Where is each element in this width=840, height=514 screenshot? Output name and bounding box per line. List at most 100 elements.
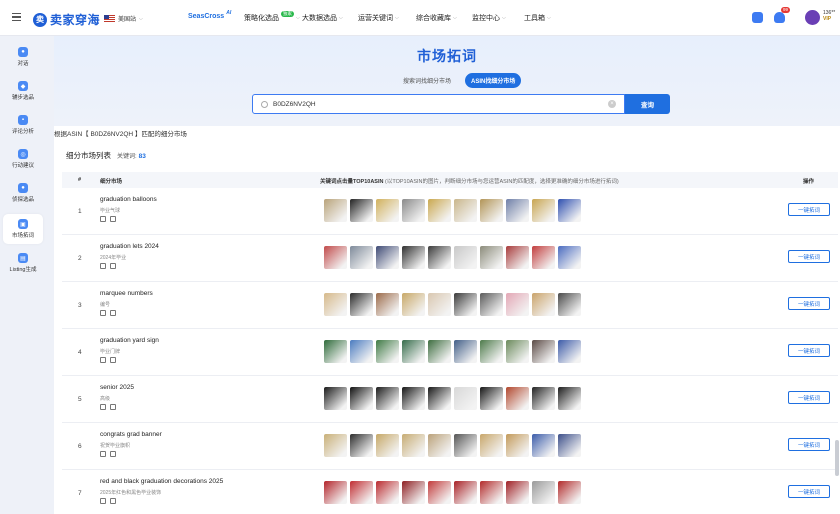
product-thumbnail[interactable] — [480, 293, 503, 316]
product-thumbnail[interactable] — [558, 387, 581, 410]
product-thumbnail[interactable] — [376, 246, 399, 269]
product-thumbnail[interactable] — [402, 246, 425, 269]
product-thumbnail[interactable] — [402, 340, 425, 363]
product-thumbnail[interactable] — [480, 434, 503, 457]
product-thumbnail[interactable] — [428, 481, 451, 504]
nav-favorites[interactable]: 综合收藏库 ⌵ — [416, 13, 457, 23]
product-thumbnail[interactable] — [454, 246, 477, 269]
user-info[interactable]: 136** VIP — [823, 10, 835, 22]
product-thumbnail[interactable] — [480, 481, 503, 504]
product-thumbnail[interactable] — [506, 199, 529, 222]
sidebar-item-action-advice[interactable]: ◎ 行动建议 — [0, 144, 46, 174]
product-thumbnail[interactable] — [428, 434, 451, 457]
product-thumbnail[interactable] — [428, 246, 451, 269]
product-thumbnail[interactable] — [480, 340, 503, 363]
product-thumbnail[interactable] — [454, 434, 477, 457]
product-thumbnail[interactable] — [558, 246, 581, 269]
brand-logo[interactable]: 卖 卖家穿海 — [33, 11, 100, 28]
share-icon[interactable] — [110, 216, 116, 222]
sidebar-item-assist-selection[interactable]: ◆ 辅步选品 — [0, 76, 46, 106]
calendar-icon[interactable] — [752, 12, 763, 23]
product-thumbnail[interactable] — [480, 387, 503, 410]
tab-asin-market[interactable]: ASIN找细分市场 — [465, 73, 522, 88]
sidebar-item-listing-generate[interactable]: ▤ Listing生成 — [0, 248, 46, 278]
product-thumbnail[interactable] — [558, 340, 581, 363]
copy-icon[interactable] — [100, 357, 106, 363]
product-thumbnail[interactable] — [350, 293, 373, 316]
product-thumbnail[interactable] — [402, 481, 425, 504]
product-thumbnail[interactable] — [376, 199, 399, 222]
scrollbar[interactable] — [835, 440, 839, 476]
product-thumbnail[interactable] — [454, 481, 477, 504]
product-thumbnail[interactable] — [506, 293, 529, 316]
market-selector[interactable]: 美国站 ⌵ — [104, 14, 143, 23]
avatar[interactable] — [805, 10, 820, 25]
nav-seascross[interactable]: SeasCross AI — [188, 10, 231, 21]
product-thumbnail[interactable] — [532, 387, 555, 410]
copy-icon[interactable] — [100, 263, 106, 269]
product-thumbnail[interactable] — [402, 293, 425, 316]
nav-monitor[interactable]: 监控中心 ⌵ — [472, 13, 506, 23]
menu-icon[interactable] — [12, 13, 21, 21]
share-icon[interactable] — [110, 451, 116, 457]
expand-keywords-button[interactable]: 一键拓词 — [788, 391, 830, 404]
product-thumbnail[interactable] — [532, 293, 555, 316]
product-thumbnail[interactable] — [350, 246, 373, 269]
product-thumbnail[interactable] — [506, 246, 529, 269]
nav-toolbox[interactable]: 工具箱 ⌵ — [524, 13, 551, 23]
product-thumbnail[interactable] — [402, 199, 425, 222]
expand-keywords-button[interactable]: 一键拓词 — [788, 250, 830, 263]
nav-keywords[interactable]: 运营关键词 ⌵ — [358, 13, 399, 23]
product-thumbnail[interactable] — [376, 434, 399, 457]
copy-icon[interactable] — [100, 310, 106, 316]
product-thumbnail[interactable] — [532, 340, 555, 363]
nav-strategy-selection[interactable]: 策略化选品 独家 ⌵ — [244, 11, 300, 23]
product-thumbnail[interactable] — [324, 387, 347, 410]
sidebar-item-market-keywords[interactable]: ▣ 市场拓词 — [3, 214, 43, 244]
product-thumbnail[interactable] — [350, 481, 373, 504]
copy-icon[interactable] — [100, 404, 106, 410]
product-thumbnail[interactable] — [428, 340, 451, 363]
sidebar-item-chat[interactable]: ● 对话 — [0, 42, 46, 72]
product-thumbnail[interactable] — [376, 340, 399, 363]
expand-keywords-button[interactable]: 一键拓词 — [788, 485, 830, 498]
sidebar-item-detective[interactable]: ● 侦探选品 — [0, 178, 46, 208]
product-thumbnail[interactable] — [454, 387, 477, 410]
product-thumbnail[interactable] — [506, 340, 529, 363]
product-thumbnail[interactable] — [506, 481, 529, 504]
copy-icon[interactable] — [100, 451, 106, 457]
product-thumbnail[interactable] — [324, 246, 347, 269]
query-button[interactable]: 查询 — [625, 94, 670, 114]
expand-keywords-button[interactable]: 一键拓词 — [788, 438, 830, 451]
sidebar-item-review-analysis[interactable]: ▪ 评论分析 — [0, 110, 46, 140]
product-thumbnail[interactable] — [350, 434, 373, 457]
product-thumbnail[interactable] — [454, 340, 477, 363]
share-icon[interactable] — [110, 498, 116, 504]
tab-keyword-market[interactable]: 搜索词找细分市场 — [397, 73, 457, 88]
product-thumbnail[interactable] — [532, 434, 555, 457]
nav-bigdata-selection[interactable]: 大数据选品 ⌵ — [302, 13, 343, 23]
product-thumbnail[interactable] — [558, 293, 581, 316]
product-thumbnail[interactable] — [402, 434, 425, 457]
share-icon[interactable] — [110, 357, 116, 363]
product-thumbnail[interactable] — [324, 434, 347, 457]
copy-icon[interactable] — [100, 498, 106, 504]
product-thumbnail[interactable] — [350, 387, 373, 410]
product-thumbnail[interactable] — [532, 481, 555, 504]
product-thumbnail[interactable] — [558, 434, 581, 457]
product-thumbnail[interactable] — [532, 199, 555, 222]
product-thumbnail[interactable] — [376, 481, 399, 504]
copy-icon[interactable] — [100, 216, 106, 222]
product-thumbnail[interactable] — [428, 293, 451, 316]
product-thumbnail[interactable] — [454, 293, 477, 316]
product-thumbnail[interactable] — [376, 293, 399, 316]
product-thumbnail[interactable] — [558, 481, 581, 504]
product-thumbnail[interactable] — [324, 293, 347, 316]
expand-keywords-button[interactable]: 一键拓词 — [788, 344, 830, 357]
product-thumbnail[interactable] — [506, 434, 529, 457]
share-icon[interactable] — [110, 263, 116, 269]
product-thumbnail[interactable] — [454, 199, 477, 222]
product-thumbnail[interactable] — [558, 199, 581, 222]
bell-icon[interactable] — [774, 12, 785, 23]
product-thumbnail[interactable] — [324, 340, 347, 363]
